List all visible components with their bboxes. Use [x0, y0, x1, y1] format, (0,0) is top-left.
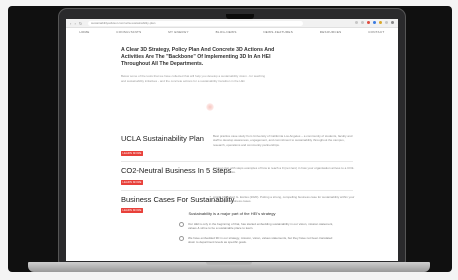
radio-button[interactable]: [179, 236, 184, 241]
radio-button[interactable]: [179, 222, 184, 227]
nav-item-consultants[interactable]: CONSULTANTS: [116, 30, 141, 34]
survey-option[interactable]: Our HEI is only in the beginning of that…: [179, 222, 338, 231]
section-divider: [121, 190, 353, 191]
nav-item-blog-news[interactable]: BLOG-NEWS: [216, 30, 237, 34]
intro-paragraph: Below some of the tools that we have col…: [121, 74, 266, 83]
survey-option-label: Our HEI is only in the beginning of that…: [188, 222, 334, 231]
section-description: A Clear plan with steps examples of how …: [213, 166, 355, 175]
intro-heading: A Clear 3D Strategy, Policy Plan And Con…: [121, 47, 275, 67]
extension-icons: [355, 21, 394, 24]
section-title: UCLA Sustainability Plan: [121, 134, 204, 143]
survey-heading: Sustainability is a major part of the HE…: [188, 211, 276, 216]
nav-item-resources[interactable]: RESOURCES: [320, 30, 342, 34]
extension-icon[interactable]: [361, 21, 364, 24]
learn-more-button[interactable]: LEARN MORE: [121, 180, 143, 185]
browser-toolbar: ‹ › ↻ sustainabilityadvisor.com/ucla-sus…: [66, 19, 398, 28]
extension-icon[interactable]: [367, 21, 370, 24]
nav-item-my-energy[interactable]: MY ENERGY: [168, 30, 189, 34]
nav-item-contact[interactable]: CONTACT: [368, 30, 384, 34]
nav-item-home[interactable]: HOME: [79, 30, 89, 34]
extension-icon[interactable]: [385, 21, 388, 24]
extension-icon[interactable]: [391, 21, 394, 24]
laptop-base-notch: [206, 262, 252, 265]
laptop-screen: ‹ › ↻ sustainabilityadvisor.com/ucla-sus…: [66, 19, 398, 261]
browser-nav-icons[interactable]: ‹ › ↻: [70, 21, 83, 26]
learn-more-button[interactable]: LEARN MORE: [121, 151, 143, 156]
site-navigation: HOME CONSULTANTS MY ENERGY BLOG-NEWS NEW…: [66, 28, 398, 36]
section-description: Best practice case study from University…: [213, 134, 353, 147]
section-description: Article by Robert G. Eccles (2020). Putt…: [213, 195, 355, 204]
extension-icon[interactable]: [355, 21, 358, 24]
survey-option[interactable]: We have embedded 3D in our strategy, mis…: [179, 236, 338, 245]
section-divider: [121, 161, 353, 162]
nav-item-news-features[interactable]: NEWS-FEATURES: [263, 30, 293, 34]
survey-option-label: We have embedded 3D in our strategy, mis…: [188, 236, 333, 245]
extension-icon[interactable]: [379, 21, 382, 24]
address-bar[interactable]: sustainabilityadvisor.com/ucla-sustainab…: [88, 20, 303, 26]
extension-icon[interactable]: [373, 21, 376, 24]
decorative-dot: [206, 103, 214, 111]
